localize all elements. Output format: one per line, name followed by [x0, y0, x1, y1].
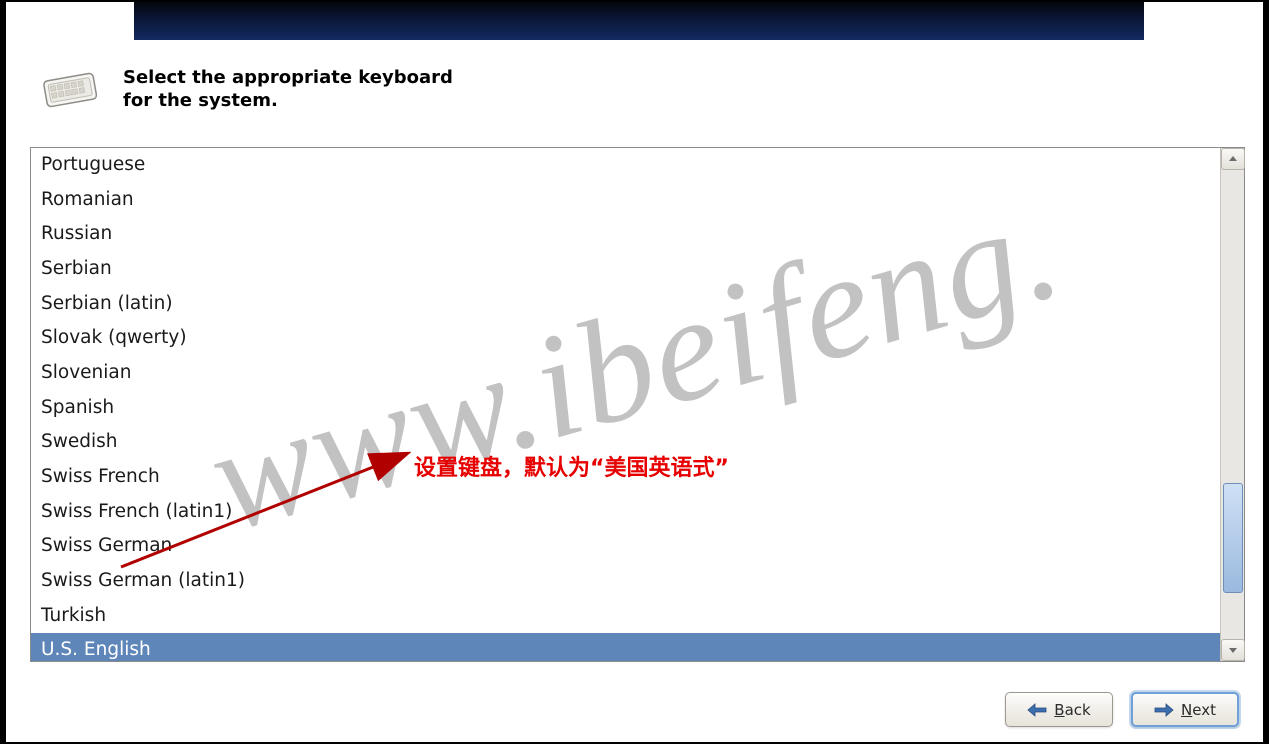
list-item[interactable]: Serbian (latin): [31, 287, 1220, 322]
next-button[interactable]: Next: [1131, 692, 1239, 727]
list-item[interactable]: Turkish: [31, 599, 1220, 634]
scroll-down-button[interactable]: [1221, 639, 1245, 661]
installer-window: Select the appropriate keyboard for the …: [4, 0, 1265, 744]
list-item[interactable]: Slovak (qwerty): [31, 321, 1220, 356]
header: Select the appropriate keyboard for the …: [39, 67, 539, 112]
list-item[interactable]: Romanian: [31, 183, 1220, 218]
back-button-label: Back: [1054, 701, 1090, 719]
scroll-thumb[interactable]: [1223, 483, 1243, 593]
list-item[interactable]: Swiss German (latin1): [31, 564, 1220, 599]
top-banner: [134, 2, 1144, 40]
scrollbar[interactable]: [1220, 148, 1244, 661]
list-item[interactable]: Serbian: [31, 252, 1220, 287]
list-item[interactable]: Swedish: [31, 425, 1220, 460]
list-item[interactable]: Swiss French (latin1): [31, 495, 1220, 530]
keyboard-list-container: PortugueseRomanianRussianSerbianSerbian …: [30, 147, 1245, 662]
list-item[interactable]: Russian: [31, 217, 1220, 252]
scroll-up-button[interactable]: [1221, 148, 1245, 170]
list-item[interactable]: Swiss German: [31, 529, 1220, 564]
keyboard-list[interactable]: PortugueseRomanianRussianSerbianSerbian …: [31, 148, 1220, 661]
next-button-label: Next: [1181, 701, 1216, 719]
list-item[interactable]: Slovenian: [31, 356, 1220, 391]
keyboard-icon: [39, 67, 101, 111]
list-item[interactable]: Portuguese: [31, 148, 1220, 183]
arrow-left-icon: [1027, 703, 1047, 717]
list-item[interactable]: U.S. English: [31, 633, 1220, 661]
back-button[interactable]: Back: [1005, 692, 1113, 727]
list-item[interactable]: Spanish: [31, 391, 1220, 426]
list-item[interactable]: Swiss French: [31, 460, 1220, 495]
header-prompt: Select the appropriate keyboard for the …: [123, 67, 463, 112]
arrow-right-icon: [1154, 703, 1174, 717]
nav-buttons: Back Next: [1005, 692, 1239, 727]
